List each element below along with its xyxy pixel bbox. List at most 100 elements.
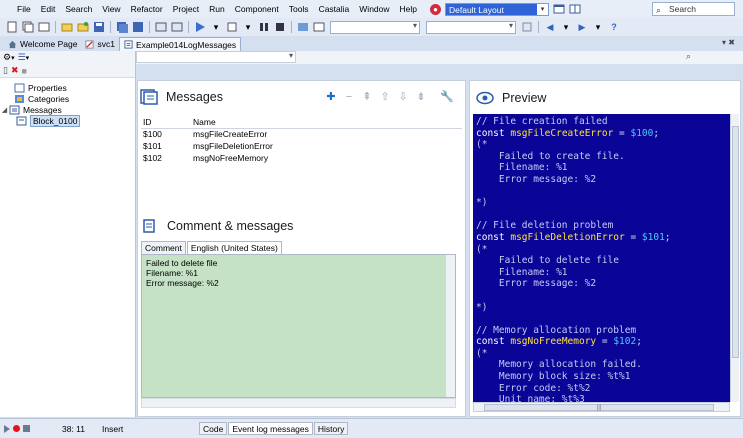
component-combo[interactable] [330,20,420,34]
search-input[interactable]: ⌕ Search [652,2,735,16]
tab-event-log-messages[interactable]: Event log messages [228,422,313,435]
step-dropdown-icon[interactable]: ▾ [242,21,254,33]
component-icon[interactable]: ⚙ [3,52,11,63]
new-file-icon[interactable] [6,21,18,33]
pause-icon[interactable] [258,21,270,33]
menu-run[interactable]: Run [204,0,230,18]
toolbar-separator [538,21,539,33]
new-document-icon[interactable]: ▯ [3,65,8,76]
move-down-icon[interactable]: ⇩ [397,91,409,103]
dropdown-icon[interactable]: ▾ [26,54,30,62]
expand-icon[interactable]: ◢ [0,106,9,114]
run-icon[interactable] [194,21,206,33]
delete-icon[interactable]: ✖ [11,65,19,76]
column-id[interactable]: ID [141,117,191,129]
close-icon[interactable]: ✖ [728,38,735,47]
layout-toggle-icon[interactable] [313,21,325,33]
code-line: *) [476,197,488,209]
tab-svc1[interactable]: svc1 [81,37,118,51]
menu-view[interactable]: View [97,0,125,18]
preview-code[interactable]: // File creation failed const msgFileCrea… [473,114,730,402]
tab-example014logmessages[interactable]: Example014LogMessages [118,37,242,51]
tree-item-messages[interactable]: ◢ Messages [0,104,135,115]
open-icon[interactable] [38,21,50,33]
wrench-icon[interactable]: 🔧 [440,91,454,103]
new-item-icon[interactable] [77,21,89,33]
code-identifier: msgNoFreeMemory [510,336,597,348]
code-keyword: const [476,336,505,348]
tree-item-properties[interactable]: Properties [0,82,135,93]
stop-macro-icon[interactable] [23,425,30,432]
help-icon[interactable]: ? [608,21,620,33]
tab-code[interactable]: Code [199,422,228,435]
run-dropdown-icon[interactable]: ▾ [210,21,222,33]
tree-item-categories[interactable]: Categories [0,93,135,104]
gray-box-icon[interactable]: ■ [22,66,27,76]
add-message-icon[interactable]: ✚ [325,91,337,103]
forward-dropdown-icon[interactable]: ▾ [592,21,604,33]
save-as-icon[interactable] [132,21,144,33]
move-up-icon[interactable]: ⇧ [379,91,391,103]
menu-help[interactable]: Help [395,0,422,18]
menu-refactor[interactable]: Refactor [126,0,168,18]
scrollbar-thumb[interactable] [732,126,739,358]
new-project-icon[interactable] [22,21,34,33]
menu-tools[interactable]: Tools [284,0,314,18]
scope-combo[interactable] [136,51,296,63]
open-file-icon[interactable] [61,21,73,33]
tab-english-united-states[interactable]: English (United States) [186,241,282,255]
save-all-icon[interactable] [116,21,128,33]
target-icon[interactable] [521,21,533,33]
tab-history[interactable]: History [313,422,349,435]
list-icon[interactable]: ☰ [18,52,26,63]
record-macro-icon[interactable] [13,425,20,432]
layout-select[interactable]: Default Layout ▾ [445,2,549,16]
document-tabs: Welcome Page svc1 Example014LogMessages … [0,36,743,51]
tree-item-block-0100[interactable]: Block_0100 [0,114,135,127]
stop-icon[interactable] [274,21,286,33]
horizontal-scrollbar[interactable] [141,398,456,408]
code-line: Filename: %1 [476,266,568,278]
message-text-area[interactable]: Failed to delete file Filename: %1 Error… [141,254,456,398]
horizontal-scrollbar[interactable]: ||| [473,402,730,412]
back-dropdown-icon[interactable]: ▾ [560,21,572,33]
save-layout-icon[interactable] [553,3,565,15]
build-icon[interactable] [171,21,183,33]
table-row[interactable]: $100 msgFileCreateError [141,128,462,140]
remove-message-icon[interactable]: − [343,91,355,103]
code-line: const msgFileCreateError = $100; [476,127,660,139]
vertical-scrollbar[interactable] [446,255,455,397]
menu-project[interactable]: Project [168,0,204,18]
play-macro-icon[interactable] [4,424,10,433]
menu-component[interactable]: Component [230,0,284,18]
table-row[interactable]: $102 msgNoFreeMemory [141,152,462,164]
platform-combo[interactable] [426,20,516,34]
find-icon[interactable]: ⌕ [686,51,691,62]
code-line: Unit name: %t%3 [476,394,585,402]
move-top-icon[interactable]: ⇞ [361,91,373,103]
window-layout-icon[interactable] [569,3,581,15]
column-name[interactable]: Name [191,117,462,129]
scrollbar-thumb[interactable]: ||| [484,404,714,411]
step-icon[interactable] [226,21,238,33]
save-icon[interactable] [93,21,105,33]
design-icon[interactable] [297,21,309,33]
menu-window[interactable]: Window [354,0,394,18]
dropdown-icon[interactable]: ▾ [11,54,15,62]
menu-search[interactable]: Search [60,0,97,18]
menu-castalia[interactable]: Castalia [314,0,355,18]
tab-list-icon[interactable]: ▾ [722,38,726,47]
table-row[interactable]: $101 msgFileDeletionError [141,140,462,152]
menu-edit[interactable]: Edit [36,0,61,18]
forward-icon[interactable]: ▶ [576,21,588,33]
layout-icon[interactable]: ● [430,3,441,15]
tab-welcome-page[interactable]: Welcome Page [4,37,81,51]
move-bottom-icon[interactable]: ⇟ [415,91,427,103]
cell-name: msgNoFreeMemory [193,153,269,163]
code-line: // Memory allocation problem [476,324,637,336]
back-icon[interactable]: ◀ [544,21,556,33]
compile-icon[interactable] [155,21,167,33]
vertical-scrollbar[interactable] [730,114,739,402]
tab-comment[interactable]: Comment [141,241,186,255]
menu-file[interactable]: File [12,0,36,18]
